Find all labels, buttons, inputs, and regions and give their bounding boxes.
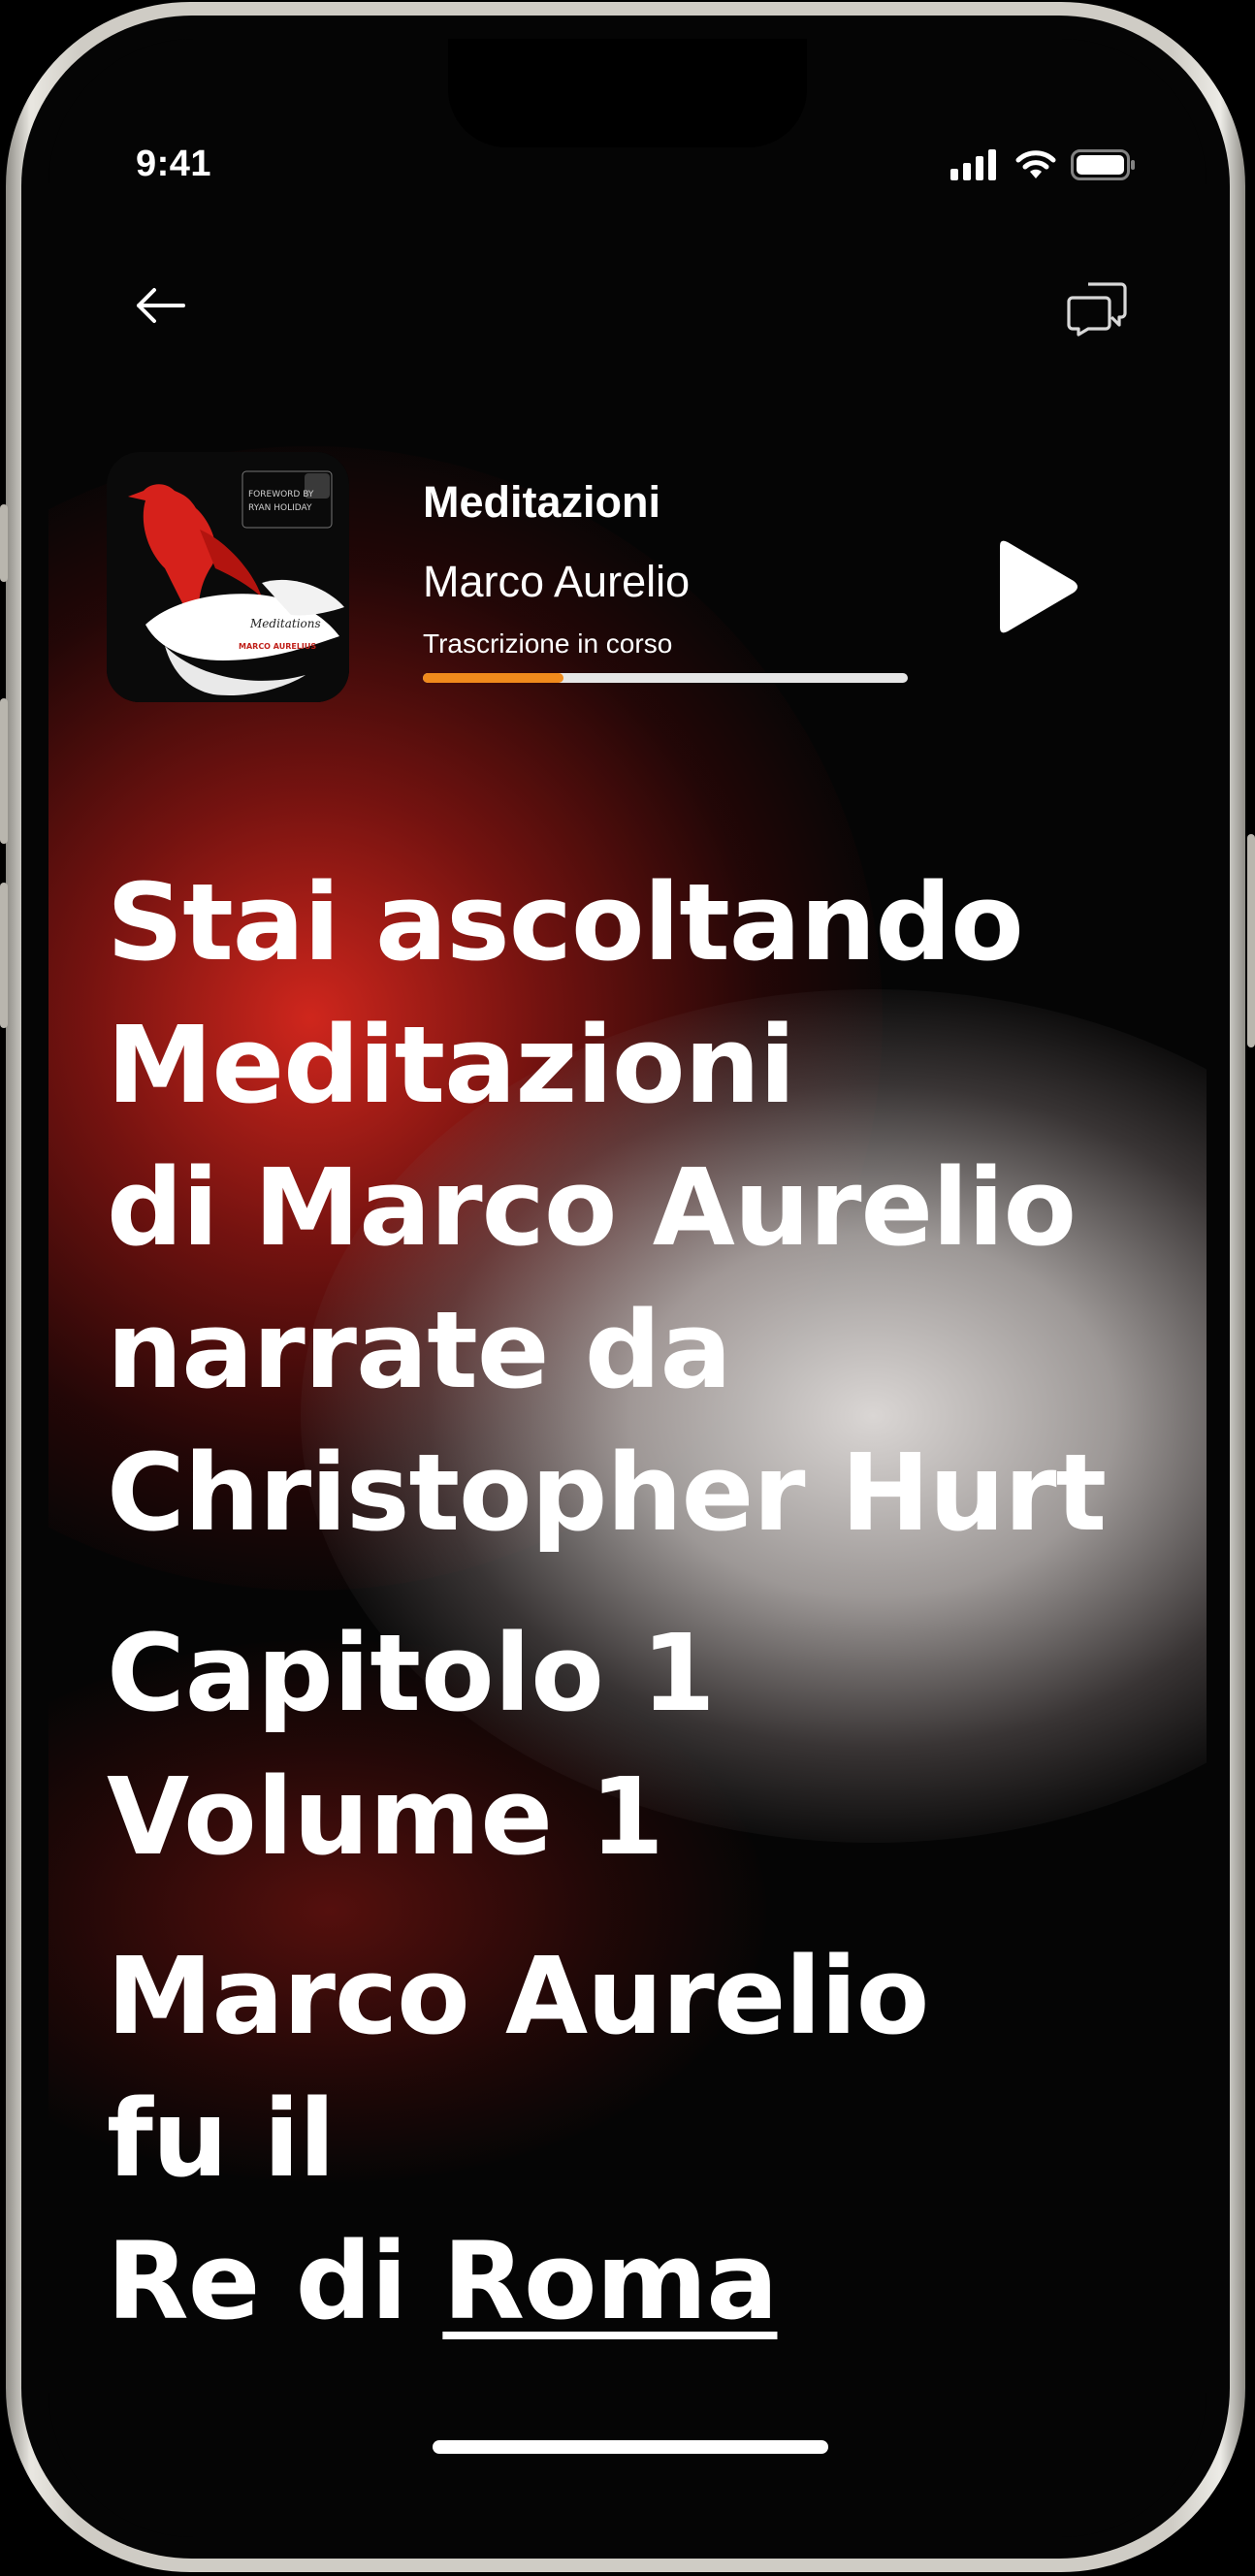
- transcript-line: Meditazioni: [107, 1003, 796, 1127]
- transcript-text: Re di: [107, 2219, 443, 2343]
- transcript: Stai ascoltando Meditazioni di Marco Aur…: [107, 852, 1168, 2353]
- volume-up-button: [0, 698, 8, 844]
- transcript-line: di Marco Aurelio: [107, 1145, 1077, 1270]
- power-button: [1247, 834, 1255, 1047]
- cover-title-text: Meditations: [249, 617, 321, 630]
- status-time: 9:41: [136, 144, 212, 184]
- home-indicator[interactable]: [433, 2440, 828, 2454]
- transcript-sentence: Marco Aurelio fu il Re di Roma: [107, 1925, 1168, 2353]
- play-icon: [1000, 540, 1078, 633]
- transcript-line: Stai ascoltando: [107, 860, 1024, 984]
- transcript-line: narrate da: [107, 1288, 732, 1412]
- arrow-left-icon: [137, 288, 185, 323]
- wifi-icon: [1015, 150, 1056, 178]
- battery-icon: [1071, 149, 1135, 180]
- book-title: Meditazioni: [423, 477, 660, 527]
- app-screen: 9:41 FOREWORD BY RYAN HOLIDAY Meditation…: [48, 39, 1207, 2537]
- dynamic-island: [448, 39, 807, 147]
- transcription-progress-fill: [423, 673, 563, 683]
- transcript-intro: Stai ascoltando Meditazioni di Marco Aur…: [107, 852, 1168, 1564]
- transcript-line: Marco Aurelio: [107, 1934, 929, 2058]
- cover-author-text: MARCO AURELIUS: [239, 642, 316, 651]
- cover-art: FOREWORD BY RYAN HOLIDAY Meditations MAR…: [107, 452, 349, 702]
- transcription-status: Trascrizione in corso: [423, 628, 673, 659]
- volume-down-button: [0, 883, 8, 1028]
- chat-bubbles-icon: [1067, 282, 1127, 337]
- book-author: Marco Aurelio: [423, 557, 691, 606]
- signal-icon: [950, 149, 996, 180]
- back-button[interactable]: [126, 272, 194, 339]
- cover-ryan-text: RYAN HOLIDAY: [248, 503, 312, 513]
- transcript-line: Christopher Hurt: [107, 1431, 1107, 1555]
- transcript-line: fu il: [107, 2077, 336, 2201]
- cover-foreword-text: FOREWORD BY: [248, 490, 314, 499]
- status-icons: [950, 149, 1137, 180]
- transcript-chat-button[interactable]: [1059, 272, 1137, 345]
- book-cover[interactable]: FOREWORD BY RYAN HOLIDAY Meditations MAR…: [107, 452, 349, 702]
- play-button[interactable]: [981, 533, 1088, 640]
- current-word: Roma: [442, 2219, 778, 2343]
- transcription-progress: [423, 673, 908, 683]
- action-button: [0, 504, 8, 582]
- transcript-line-current: Re di Roma: [107, 2210, 1168, 2353]
- transcript-chapter: Capitolo 1 Volume 1: [107, 1611, 716, 1879]
